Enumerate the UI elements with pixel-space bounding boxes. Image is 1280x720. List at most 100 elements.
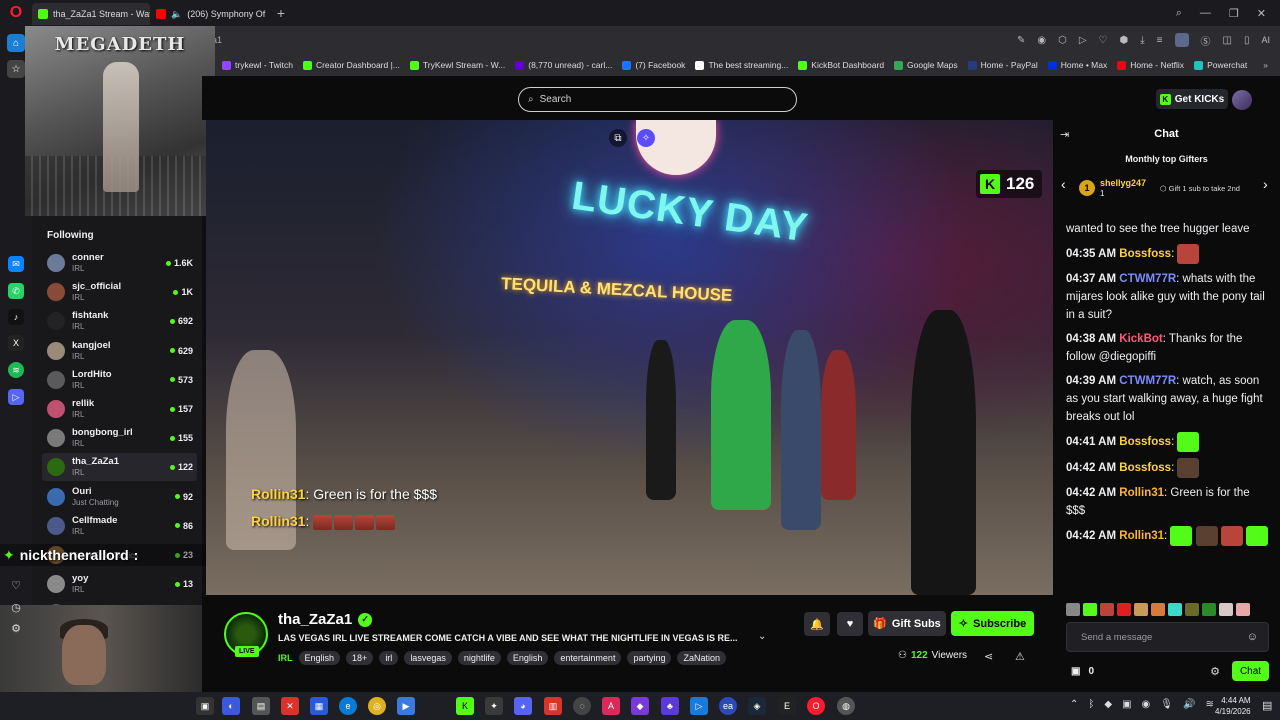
get-kicks-button[interactable]: K Get KICKs xyxy=(1156,89,1228,109)
s-extension-icon[interactable]: Ⓢ xyxy=(1201,33,1211,48)
bookmark-item[interactable]: The best streaming... xyxy=(695,60,788,70)
following-channel-row[interactable]: tha_ZaZa1 IRL 122 xyxy=(42,453,197,482)
chevron-right-icon[interactable]: › xyxy=(1263,176,1268,192)
opera-logo-icon[interactable]: O xyxy=(0,0,32,26)
heart-icon[interactable]: ♡ xyxy=(1099,35,1108,46)
tab-youtube[interactable]: 🔈 (206) Symphony Of De xyxy=(150,3,268,25)
emote-icon[interactable] xyxy=(1219,603,1233,616)
stream-tag[interactable]: entertainment xyxy=(554,651,622,665)
message-user[interactable]: Rollin31 xyxy=(1119,530,1164,542)
following-channel-row[interactable]: Ouri Just Chatting 92 xyxy=(42,483,197,511)
app-icon[interactable]: ▤ xyxy=(252,697,270,715)
subscribe-button[interactable]: ✧ Subscribe xyxy=(951,611,1034,636)
bookmark-item[interactable]: (8,770 unread) - carl... xyxy=(515,60,612,70)
player-icon[interactable]: ▷ xyxy=(8,389,24,405)
following-channel-row[interactable]: fishtank IRL 692 xyxy=(42,307,197,335)
bookmark-item[interactable]: Home • Max xyxy=(1047,60,1107,70)
report-icon[interactable]: ⚠ xyxy=(1015,650,1025,663)
channel-name[interactable]: tha_ZaZa1 xyxy=(278,611,352,628)
new-tab-button[interactable]: + xyxy=(272,4,290,22)
close-button[interactable]: ✕ xyxy=(1257,7,1266,20)
tiktok-icon[interactable]: ♪ xyxy=(8,309,24,325)
message-user[interactable]: CTWM77R xyxy=(1119,273,1176,285)
app-icon[interactable]: ▣ xyxy=(196,697,214,715)
emote-icon[interactable] xyxy=(1066,603,1080,616)
microphone-icon[interactable]: 🎙 xyxy=(1160,699,1173,710)
tab-kick-stream[interactable]: tha_ZaZa1 Stream - Watch xyxy=(32,3,150,25)
stream-tag[interactable]: irl xyxy=(379,651,399,665)
app-icon[interactable]: ▷ xyxy=(690,697,708,715)
bookmark-item[interactable]: TryKewl Stream - W... xyxy=(409,60,505,70)
notification-icon[interactable]: ▤ xyxy=(1262,699,1272,712)
tray-app-icon[interactable]: ◆ xyxy=(1104,699,1112,710)
follow-heart-button[interactable]: ♥ xyxy=(837,612,863,636)
emote-icon[interactable] xyxy=(1117,603,1131,616)
emote-icon[interactable] xyxy=(1134,603,1148,616)
speaker-icon[interactable]: 🔊 xyxy=(1183,699,1195,710)
gift-subs-button[interactable]: 🎁 Gift Subs xyxy=(868,611,946,636)
stream-tag[interactable]: English xyxy=(506,651,549,665)
stream-tag[interactable]: nightlife xyxy=(457,651,501,665)
obs-icon[interactable]: ◌ xyxy=(573,697,591,715)
message-user[interactable]: Rollin31 xyxy=(1119,487,1164,499)
bluetooth-icon[interactable]: ᛒ xyxy=(1088,699,1094,710)
stream-tag[interactable]: English xyxy=(298,651,341,665)
app-icon[interactable]: ▥ xyxy=(544,697,562,715)
app-icon[interactable]: ◍ xyxy=(837,697,855,715)
app-icon[interactable]: ✕ xyxy=(281,697,299,715)
tray-app-icon[interactable]: ◉ xyxy=(1142,699,1151,710)
bookmark-item[interactable]: Home - PayPal xyxy=(967,60,1038,70)
clock-icon[interactable]: ◷ xyxy=(9,600,23,614)
stream-tag[interactable]: ZaNation xyxy=(677,651,727,665)
video-player[interactable]: LUCKY DAY TEQUILA & MEZCAL HOUSE ⧉ ✧ K 1… xyxy=(206,120,1053,595)
heart-icon[interactable]: ♡ xyxy=(9,578,23,592)
bookmark-item[interactable]: Home - Netflix xyxy=(1117,60,1184,70)
message-user[interactable]: Bossfoss xyxy=(1119,248,1171,260)
app-icon[interactable]: ♣ xyxy=(661,697,679,715)
whatsapp-icon[interactable]: ✆ xyxy=(8,283,24,299)
bookmark-item[interactable]: (7) Facebook xyxy=(622,60,685,70)
app-icon[interactable]: A xyxy=(602,697,620,715)
following-channel-row[interactable]: kangjoel IRL 629 xyxy=(42,337,197,365)
emote-icon[interactable] xyxy=(1236,603,1250,616)
search-input[interactable]: ⌕ Search xyxy=(518,87,797,112)
message-user[interactable]: Bossfoss xyxy=(1119,436,1171,448)
sparkle-icon[interactable]: ✧ xyxy=(637,129,655,147)
points[interactable]: ▣ 0 xyxy=(1071,666,1094,677)
tray-app-icon[interactable]: ▣ xyxy=(1122,699,1131,710)
cube-icon[interactable]: ⬡ xyxy=(1058,35,1067,46)
bookmark-item[interactable]: KickBot Dashboard xyxy=(798,60,884,70)
message-user[interactable]: KickBot xyxy=(1119,333,1162,345)
maximize-button[interactable]: ❐ xyxy=(1229,7,1239,20)
emote-icon[interactable] xyxy=(1083,603,1097,616)
clock[interactable]: 4:44 AM 4/19/2026 xyxy=(1215,695,1251,717)
edge-icon[interactable]: e xyxy=(339,697,357,715)
top-gifter[interactable]: 1 shellyg247 1 xyxy=(1079,178,1146,198)
chat-input[interactable]: Send a message ☺ xyxy=(1066,622,1269,652)
minimize-button[interactable]: — xyxy=(1200,7,1211,20)
kick-icon[interactable]: K xyxy=(456,697,474,715)
messenger-icon[interactable]: ✉ xyxy=(8,256,24,272)
bookmark-item[interactable]: Google Maps xyxy=(894,60,958,70)
emote-icon[interactable] xyxy=(1168,603,1182,616)
address-bar[interactable]: a1 ✎ ◉ ⬡ ▷ ♡ ⬢ ⤓ ≡ Ⓢ ◫ ▯ AI xyxy=(32,26,1280,54)
search-tabs-icon[interactable]: ⌕ xyxy=(1176,7,1182,20)
stream-tag[interactable]: 18+ xyxy=(346,651,374,665)
following-channel-row[interactable]: sjc_official IRL 1K xyxy=(42,278,197,306)
bookmarks-more-icon[interactable]: » xyxy=(1263,60,1280,70)
sidebar-icon[interactable]: ▯ xyxy=(1244,35,1250,46)
steam-icon[interactable]: ◈ xyxy=(748,697,766,715)
cube2-icon[interactable]: ⬢ xyxy=(1120,35,1129,46)
emote-icon[interactable] xyxy=(1185,603,1199,616)
spotify-icon[interactable]: ≋ xyxy=(8,362,24,378)
emote-icon[interactable] xyxy=(1202,603,1216,616)
emote-icon[interactable] xyxy=(1151,603,1165,616)
bookmark-item[interactable]: trykewl - Twitch xyxy=(222,60,293,70)
chrome-icon[interactable]: ◎ xyxy=(368,697,386,715)
emote-icon[interactable] xyxy=(1100,603,1114,616)
following-channel-row[interactable]: yoy IRL 13 xyxy=(42,570,197,598)
home-icon[interactable]: ⌂ xyxy=(7,34,25,52)
notification-bell-button[interactable]: 🔔 xyxy=(804,612,830,636)
message-user[interactable]: Bossfoss xyxy=(1119,462,1171,474)
ai-button[interactable]: AI xyxy=(1261,35,1270,45)
